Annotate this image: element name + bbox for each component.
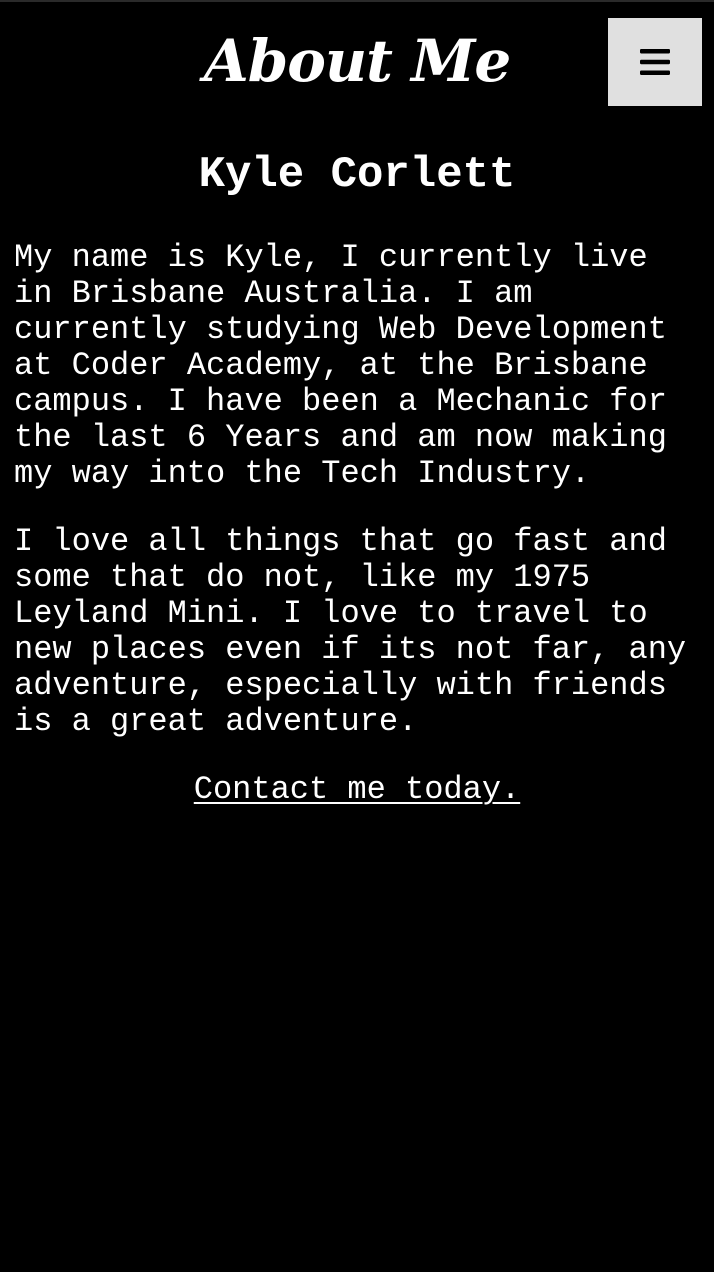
bio-paragraph-interests: I love all things that go fast and some …: [14, 523, 687, 740]
menu-button[interactable]: [608, 18, 702, 106]
contact-link-row: Contact me today.: [0, 772, 714, 808]
profile-name: Kyle Corlett: [198, 150, 516, 200]
page-title: About Me: [203, 27, 512, 95]
contact-link[interactable]: Contact me today.: [194, 771, 520, 808]
bio-paragraph-intro: My name is Kyle, I currently live in Bri…: [14, 239, 667, 492]
about-page: About Me Kyle Corlett My name is Kyle, I…: [0, 0, 714, 1272]
hamburger-menu-icon: [640, 49, 670, 75]
